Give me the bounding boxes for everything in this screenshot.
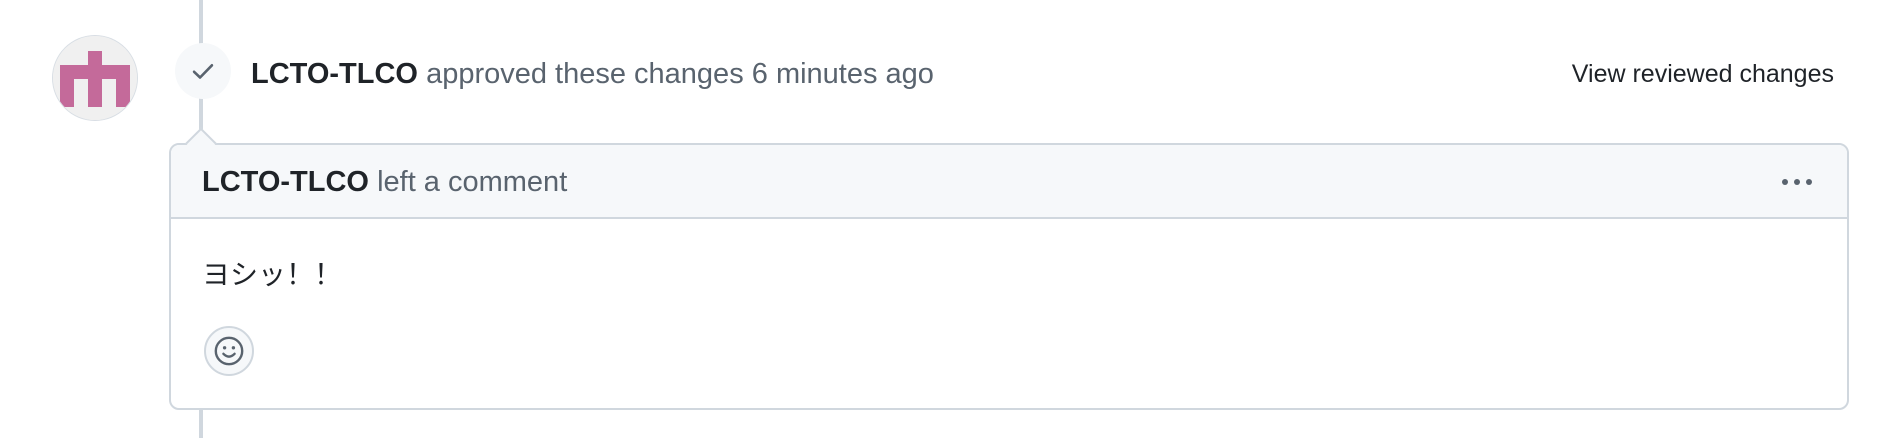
view-reviewed-changes-link[interactable]: View reviewed changes: [1572, 58, 1834, 90]
identicon-avatar: [53, 36, 137, 120]
review-time-link[interactable]: 6 minutes ago: [752, 58, 934, 90]
review-event-text: LCTO-TLCO approved these changes 6 minut…: [251, 56, 934, 92]
comment-header: LCTO-TLCO left a comment: [171, 145, 1847, 219]
review-action-text: approved these changes: [426, 58, 744, 90]
comment-action-text: left a comment: [377, 166, 568, 198]
kebab-horizontal-icon: [1782, 179, 1812, 185]
avatar[interactable]: [53, 36, 137, 120]
approved-badge: [175, 43, 231, 99]
check-icon: [192, 64, 214, 79]
smiley-icon: [214, 336, 244, 366]
comment-menu-button[interactable]: [1777, 167, 1817, 197]
comment-body: ヨシッ！！: [202, 259, 343, 290]
comment-author-link[interactable]: LCTO-TLCO: [202, 166, 369, 198]
add-reaction-button[interactable]: [204, 326, 254, 376]
review-timeline: LCTO-TLCO approved these changes 6 minut…: [0, 0, 1878, 438]
comment-header-text: LCTO-TLCO left a comment: [202, 164, 567, 200]
review-author-link[interactable]: LCTO-TLCO: [251, 58, 418, 90]
review-comment: LCTO-TLCO left a comment ヨシッ！！: [169, 127, 1849, 410]
